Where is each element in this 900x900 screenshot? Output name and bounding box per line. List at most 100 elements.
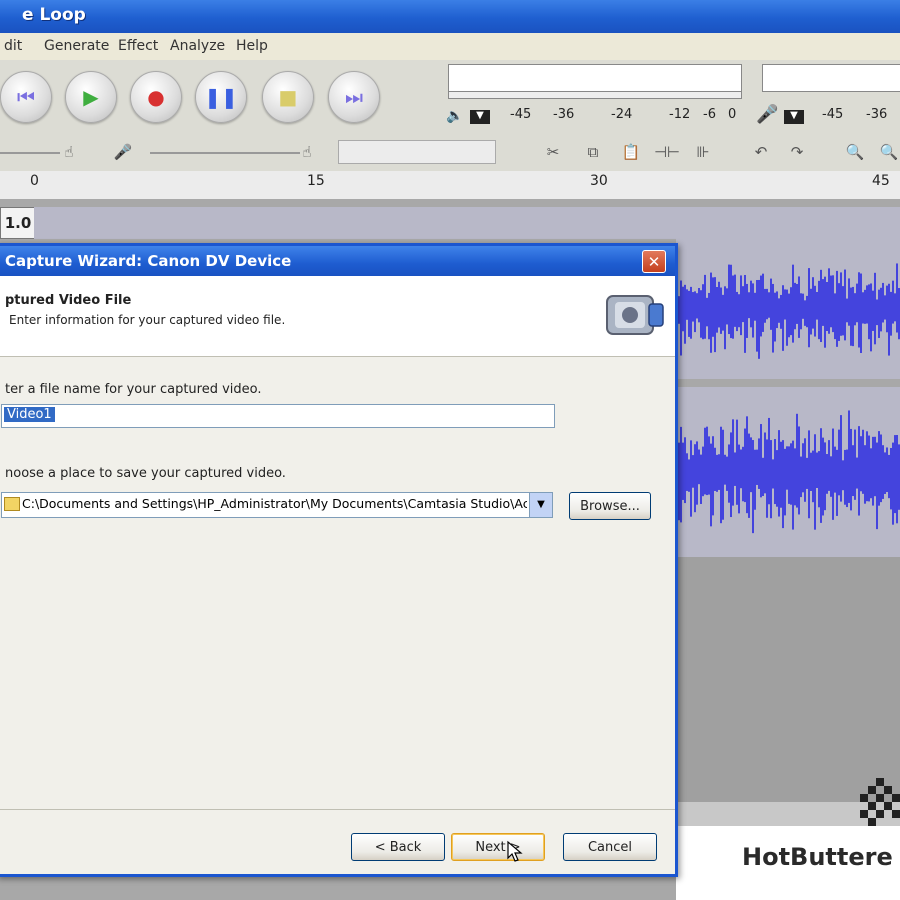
waveform-sample — [694, 291, 696, 333]
ruler-label: 30 — [590, 173, 608, 189]
close-button[interactable]: ✕ — [642, 250, 666, 273]
waveform-sample — [888, 454, 890, 499]
waveform-sample — [816, 291, 818, 320]
waveform-sample — [678, 296, 680, 324]
waveform-channel-right[interactable] — [676, 387, 900, 557]
browse-button[interactable]: Browse... — [569, 492, 651, 520]
waveform-sample — [822, 279, 824, 326]
logo-checker-icon — [860, 778, 900, 826]
track-label[interactable]: 1.0 — [0, 207, 36, 239]
waveform-sample — [836, 270, 838, 347]
menu-analyze[interactable]: Analyze — [170, 38, 225, 54]
waveform-sample — [788, 293, 790, 338]
waveform-sample — [842, 286, 844, 336]
waveform-sample — [690, 440, 692, 517]
transport-toolbar: ⏮ ▶ ● ❚❚ ■ ⏭ 🔈 ▼ -45 -36 -24 -12 -6 0 🎤 … — [0, 60, 900, 136]
waveform-right-svg — [676, 410, 900, 534]
menu-effect[interactable]: Effect — [118, 38, 158, 54]
waveform-sample — [734, 452, 736, 486]
file-name-field[interactable]: Video1 — [1, 404, 555, 428]
waveform-sample — [874, 272, 876, 345]
waveform-sample — [744, 428, 746, 503]
waveform-sample — [776, 450, 778, 507]
redo-icon[interactable]: ↷ — [784, 140, 810, 164]
waveform-sample — [858, 426, 860, 516]
waveform-sample — [714, 277, 716, 353]
back-button[interactable]: < Back — [351, 833, 445, 861]
input-slider-track[interactable] — [150, 152, 300, 154]
waveform-sample — [890, 447, 892, 510]
waveform-sample — [720, 287, 722, 334]
waveform-sample — [768, 417, 770, 505]
waveform-sample — [796, 413, 798, 508]
file-name-value: Video1 — [4, 407, 55, 422]
waveform-sample — [696, 293, 698, 319]
waveform-sample — [878, 431, 880, 506]
waveform-sample — [728, 444, 730, 503]
silence-icon[interactable]: ⊪ — [690, 140, 716, 164]
hand-pointer-icon[interactable]: ☝ — [56, 140, 82, 164]
chevron-down-icon[interactable]: ▼ — [529, 493, 552, 517]
waveform-sample — [724, 286, 726, 350]
waveform-sample — [694, 444, 696, 513]
waveform-sample — [730, 432, 732, 518]
record-button[interactable]: ● — [130, 71, 182, 123]
skip-end-button[interactable]: ⏭ — [328, 71, 380, 123]
waveform-sample — [774, 292, 776, 342]
waveform-sample — [678, 442, 680, 521]
waveform-sample — [808, 430, 810, 519]
waveform-sample — [716, 287, 718, 333]
stop-button[interactable]: ■ — [262, 71, 314, 123]
next-button[interactable]: Next > — [451, 833, 545, 861]
save-path-value: C:\Documents and Settings\HP_Administrat… — [22, 496, 527, 511]
zoom-in-icon[interactable]: 🔍 — [842, 140, 868, 164]
waveform-sample — [754, 449, 756, 510]
waveform-sample — [734, 274, 736, 327]
zoom-out-icon[interactable]: 🔍 — [876, 140, 900, 164]
timeline-ruler[interactable]: 0 15 30 45 — [0, 171, 900, 200]
cancel-button[interactable]: Cancel — [563, 833, 657, 861]
waveform-sample — [834, 446, 836, 493]
volume-slider-track[interactable] — [0, 152, 60, 154]
undo-icon[interactable]: ↶ — [748, 140, 774, 164]
waveform-sample — [838, 283, 840, 341]
waveform-sample — [834, 293, 836, 340]
menu-help[interactable]: Help — [236, 38, 268, 54]
watermark-text: HotButtere — [742, 843, 893, 871]
speaker-icon: 🔈 — [446, 108, 464, 124]
input-source-select[interactable] — [338, 140, 496, 164]
skip-start-button[interactable]: ⏮ — [0, 71, 52, 123]
waveform-sample — [850, 287, 852, 346]
menu-generate[interactable]: Generate — [44, 38, 109, 54]
waveform-sample — [756, 280, 758, 352]
waveform-sample — [710, 272, 712, 353]
dialog-titlebar[interactable]: Capture Wizard: Canon DV Device ✕ — [0, 246, 675, 276]
play-button[interactable]: ▶ — [65, 71, 117, 123]
hand-pointer-icon[interactable]: ☝ — [294, 140, 320, 164]
waveform-sample — [814, 285, 816, 337]
cut-icon[interactable]: ✂ — [540, 140, 566, 164]
waveform-sample — [708, 292, 710, 340]
waveform-sample — [874, 436, 876, 497]
waveform-sample — [740, 275, 742, 336]
playback-menu-icon[interactable]: ▼ — [470, 110, 490, 124]
copy-icon[interactable]: ⧉ — [580, 140, 606, 164]
pause-button[interactable]: ❚❚ — [195, 71, 247, 123]
waveform-channel-left[interactable] — [676, 239, 900, 379]
record-meter — [762, 64, 900, 92]
waveform-sample — [868, 284, 870, 340]
waveform-sample — [822, 437, 824, 516]
waveform-sample — [824, 276, 826, 348]
waveform-sample — [738, 294, 740, 328]
edit-toolbar: ☝ 🎤 ☝ ✂ ⧉ 📋 ⊣⊢ ⊪ ↶ ↷ 🔍 🔍 — [0, 135, 900, 172]
trim-icon[interactable]: ⊣⊢ — [654, 140, 680, 164]
waveform-sample — [686, 289, 688, 320]
record-menu-icon[interactable]: ▼ — [784, 110, 804, 124]
paste-icon[interactable]: 📋 — [618, 140, 644, 164]
microphone-icon: 🎤 — [756, 104, 779, 125]
waveform-sample — [870, 448, 872, 499]
save-path-combobox[interactable]: C:\Documents and Settings\HP_Administrat… — [1, 492, 553, 518]
waveform-sample — [790, 287, 792, 336]
waveform-sample — [726, 456, 728, 491]
menu-edit[interactable]: dit — [4, 38, 22, 54]
